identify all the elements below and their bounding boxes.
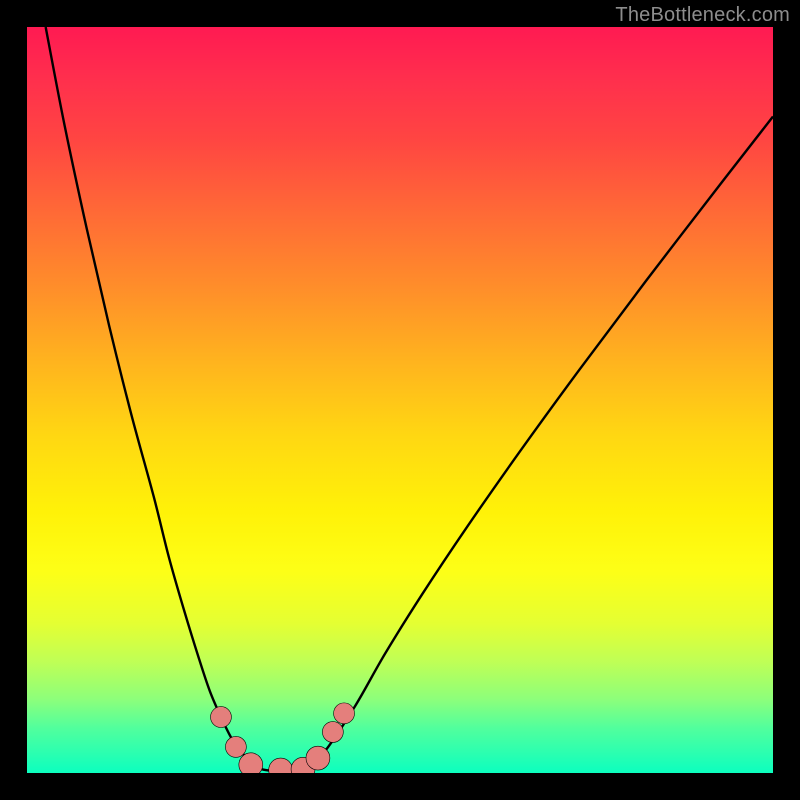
chart-frame: TheBottleneck.com <box>0 0 800 800</box>
curve-markers <box>211 703 355 773</box>
chart-svg <box>27 27 773 773</box>
curve-marker <box>211 707 232 728</box>
curve-marker <box>306 746 330 770</box>
curve-marker <box>239 753 263 773</box>
chart-plot-area <box>27 27 773 773</box>
curve-marker <box>322 722 343 743</box>
curve-marker <box>334 703 355 724</box>
watermark-text: TheBottleneck.com <box>615 4 790 27</box>
curve-marker <box>225 736 246 757</box>
curve-marker <box>269 758 293 773</box>
bottleneck-curve <box>46 27 773 771</box>
